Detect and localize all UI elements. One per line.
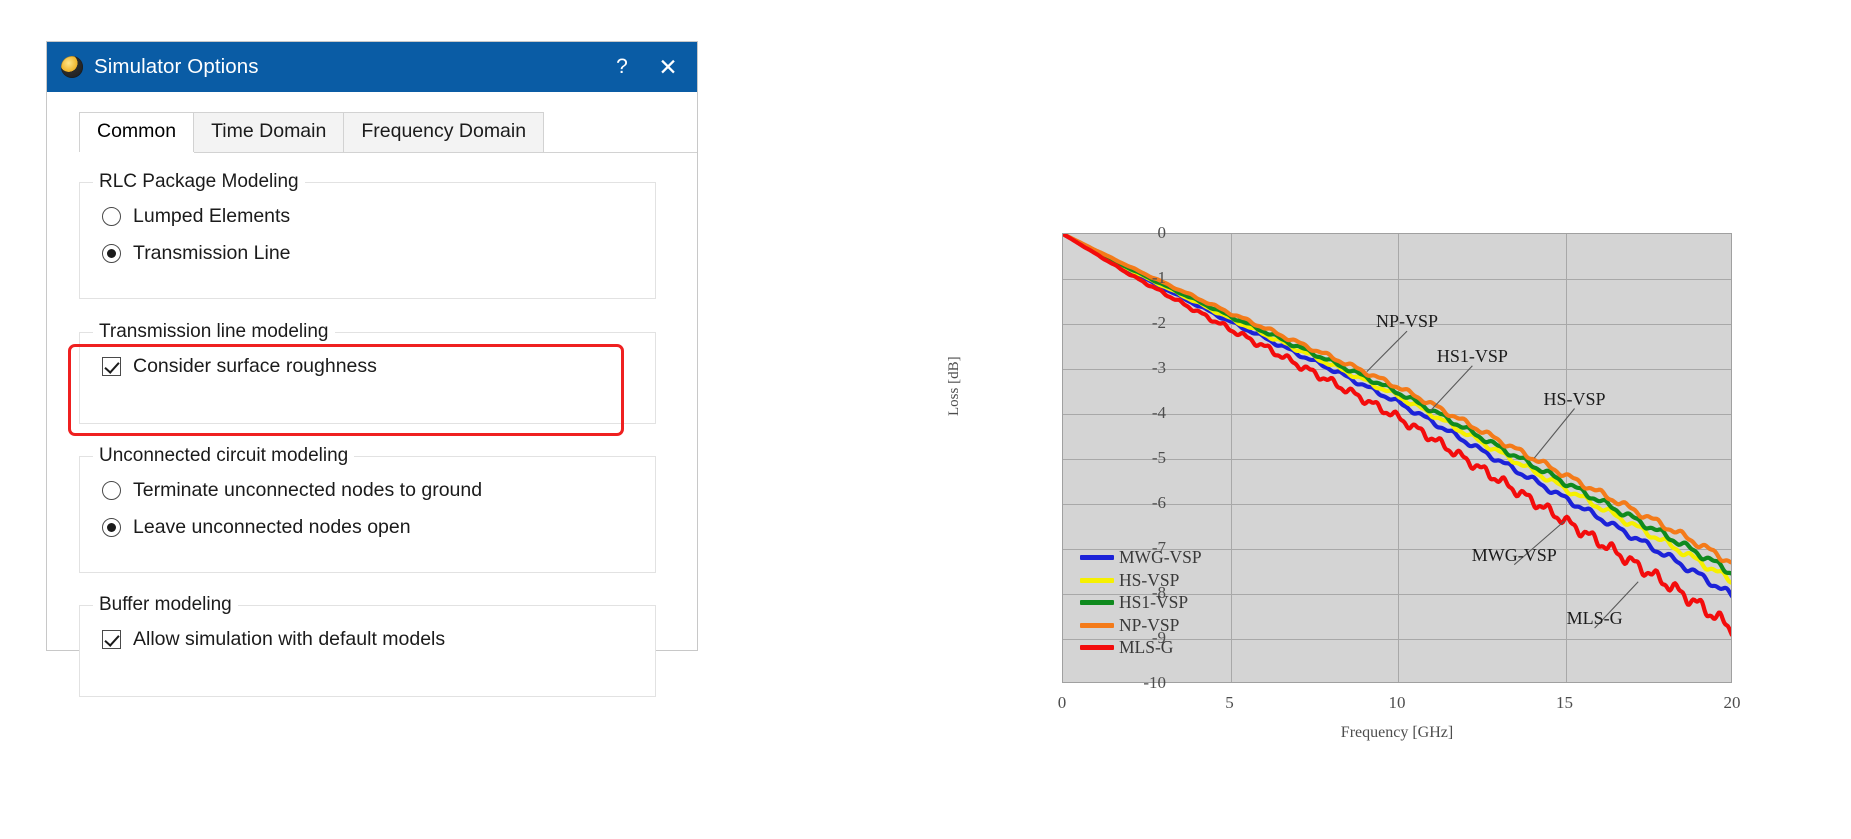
option-label: Allow simulation with default models — [133, 628, 445, 651]
annotation-label-hs1-vsp: HS1-VSP — [1437, 346, 1508, 367]
radio-terminate-unconnected-nodes[interactable]: Terminate unconnected nodes to ground — [102, 479, 655, 502]
group-title: RLC Package Modeling — [93, 171, 305, 193]
dialog-body: Common Time Domain Frequency Domain RLC … — [47, 92, 697, 650]
legend-color-swatch — [1080, 600, 1114, 605]
x-tick-label: 20 — [1724, 693, 1741, 713]
dialog-title: Simulator Options — [94, 55, 599, 79]
legend-color-swatch — [1080, 555, 1114, 560]
annotation-label-mls-g: MLS-G — [1567, 608, 1623, 629]
legend-item[interactable]: HS-VSP — [1080, 569, 1202, 592]
close-button[interactable]: ✕ — [645, 44, 691, 90]
y-tick-label: -3 — [1152, 358, 1166, 378]
y-axis-label: Loss [dB] — [946, 356, 963, 416]
checkbox-consider-surface-roughness[interactable]: Consider surface roughness — [102, 355, 655, 378]
annotation-label-mwg-vsp: MWG-VSP — [1472, 545, 1557, 566]
option-label: Consider surface roughness — [133, 355, 377, 378]
y-tick-label: -10 — [1143, 673, 1166, 693]
legend-item[interactable]: MLS-G — [1080, 637, 1202, 660]
y-tick-label: -6 — [1152, 493, 1166, 513]
y-tick-label: -4 — [1152, 403, 1166, 423]
checkbox-icon-checked[interactable] — [102, 630, 121, 649]
y-tick-label: -5 — [1152, 448, 1166, 468]
option-label: Terminate unconnected nodes to ground — [133, 479, 482, 502]
option-label: Transmission Line — [133, 242, 291, 265]
radio-icon-selected[interactable] — [102, 244, 121, 263]
simulator-orb-icon — [61, 56, 83, 78]
y-tick-label: -2 — [1152, 313, 1166, 333]
option-label: Lumped Elements — [133, 205, 290, 228]
group-buffer-modeling: Buffer modeling Allow simulation with de… — [79, 605, 656, 697]
legend-item[interactable]: NP-VSP — [1080, 614, 1202, 637]
tab-strip: Common Time Domain Frequency Domain — [79, 112, 697, 153]
radio-transmission-line[interactable]: Transmission Line — [102, 242, 655, 265]
group-rlc-package-modeling: RLC Package Modeling Lumped Elements Tra… — [79, 182, 656, 299]
annotation-label-hs-vsp: HS-VSP — [1544, 389, 1606, 410]
group-content: Lumped Elements Transmission Line — [80, 183, 655, 265]
radio-icon[interactable] — [102, 207, 121, 226]
x-axis-label: Frequency [GHz] — [1062, 724, 1732, 742]
legend-item[interactable]: MWG-VSP — [1080, 547, 1202, 570]
radio-lumped-elements[interactable]: Lumped Elements — [102, 205, 655, 228]
group-title: Unconnected circuit modeling — [93, 445, 354, 467]
group-unconnected-circuit-modeling: Unconnected circuit modeling Terminate u… — [79, 456, 656, 573]
x-tick-label: 5 — [1225, 693, 1234, 713]
legend-item[interactable]: HS1-VSP — [1080, 592, 1202, 615]
legend-label: NP-VSP — [1119, 615, 1179, 636]
group-title: Buffer modeling — [93, 594, 238, 616]
help-button[interactable]: ? — [599, 44, 645, 90]
legend-color-swatch — [1080, 623, 1114, 628]
simulator-options-dialog: Simulator Options ? ✕ Common Time Domain… — [46, 41, 698, 651]
checkbox-allow-simulation-default-models[interactable]: Allow simulation with default models — [102, 628, 655, 651]
tab-time-domain[interactable]: Time Domain — [193, 112, 344, 152]
y-tick-label: -1 — [1152, 268, 1166, 288]
tab-frequency-domain[interactable]: Frequency Domain — [343, 112, 544, 152]
group-title: Transmission line modeling — [93, 321, 335, 343]
legend-label: MLS-G — [1119, 637, 1173, 658]
legend-label: HS-VSP — [1119, 570, 1179, 591]
annotation-label-np-vsp: NP-VSP — [1376, 311, 1438, 332]
legend-color-swatch — [1080, 645, 1114, 650]
x-tick-label: 10 — [1389, 693, 1406, 713]
insertion-loss-chart: 0-1-2-3-4-5-6-7-8-9-10 05101520 Frequenc… — [940, 16, 1840, 826]
radio-icon-selected[interactable] — [102, 518, 121, 537]
dialog-titlebar: Simulator Options ? ✕ — [47, 42, 697, 92]
radio-icon[interactable] — [102, 481, 121, 500]
radio-leave-unconnected-nodes-open[interactable]: Leave unconnected nodes open — [102, 516, 655, 539]
screenshot-root: Simulator Options ? ✕ Common Time Domain… — [0, 0, 1851, 839]
checkbox-icon-checked[interactable] — [102, 357, 121, 376]
legend-label: MWG-VSP — [1119, 547, 1202, 568]
tab-common[interactable]: Common — [79, 112, 194, 152]
y-tick-label: 0 — [1158, 223, 1167, 243]
legend-label: HS1-VSP — [1119, 592, 1188, 613]
group-transmission-line-modeling: Transmission line modeling Consider surf… — [79, 332, 656, 424]
x-tick-label: 15 — [1556, 693, 1573, 713]
x-tick-label: 0 — [1058, 693, 1067, 713]
chart-legend: MWG-VSPHS-VSPHS1-VSPNP-VSPMLS-G — [1080, 547, 1202, 660]
group-content: Terminate unconnected nodes to ground Le… — [80, 457, 655, 539]
legend-color-swatch — [1080, 578, 1114, 583]
option-label: Leave unconnected nodes open — [133, 516, 411, 539]
